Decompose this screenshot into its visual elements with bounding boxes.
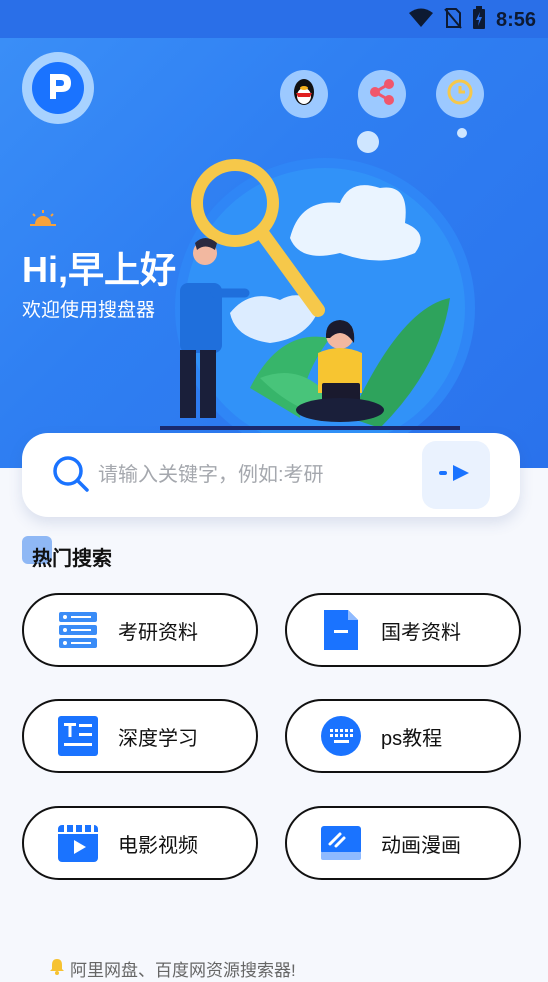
welcome-subtitle: 欢迎使用搜盘器	[22, 300, 156, 321]
search-bar	[22, 433, 520, 517]
arrow-go-icon	[439, 463, 473, 488]
status-bar: 8:56	[0, 0, 548, 38]
share-button[interactable]	[358, 70, 406, 118]
clock-icon	[446, 78, 474, 111]
history-button[interactable]	[436, 70, 484, 118]
text-doc-icon	[56, 714, 100, 758]
hot-item-label: 动画漫画	[381, 834, 461, 857]
footer-note: 阿里网盘、百度网资源搜索器!	[48, 956, 296, 981]
search-icon	[52, 455, 90, 498]
qq-penguin-icon	[290, 77, 318, 112]
hot-item-label: ps教程	[381, 727, 443, 750]
hot-item-label: 考研资料	[118, 621, 198, 644]
hot-item-label: 深度学习	[118, 727, 198, 750]
hot-search-title: 热门搜索	[32, 548, 112, 570]
drawing-tablet-icon	[319, 821, 363, 865]
bell-icon	[48, 957, 66, 980]
battery-charging-icon	[472, 6, 486, 35]
hot-item-label: 电影视频	[118, 834, 198, 857]
search-submit-button[interactable]	[422, 441, 490, 509]
video-play-icon	[56, 821, 100, 865]
app-logo	[22, 52, 94, 124]
wifi-icon	[408, 7, 434, 34]
hot-item-deeplearning[interactable]: 深度学习	[22, 699, 258, 773]
qq-button[interactable]	[280, 70, 328, 118]
sunrise-icon	[30, 210, 56, 231]
hero-banner: Hi,早上好 欢迎使用搜盘器	[0, 38, 548, 468]
footer-text: 阿里网盘、百度网资源搜索器!	[70, 961, 296, 980]
hot-item-anime[interactable]: 动画漫画	[285, 806, 521, 880]
greeting-title: Hi,早上好	[22, 249, 177, 290]
share-icon	[368, 78, 396, 111]
no-sim-icon	[444, 7, 462, 34]
document-icon	[319, 608, 363, 652]
keyboard-icon	[319, 714, 363, 758]
search-input[interactable]	[98, 459, 418, 491]
hot-item-label: 国考资料	[381, 621, 461, 644]
hot-item-ps[interactable]: ps教程	[285, 699, 521, 773]
p-logo-icon	[41, 69, 75, 108]
hot-item-movies[interactable]: 电影视频	[22, 806, 258, 880]
hot-item-guokao[interactable]: 国考资料	[285, 593, 521, 667]
status-time: 8:56	[495, 9, 536, 31]
server-list-icon	[56, 608, 100, 652]
hot-item-kaoyan[interactable]: 考研资料	[22, 593, 258, 667]
